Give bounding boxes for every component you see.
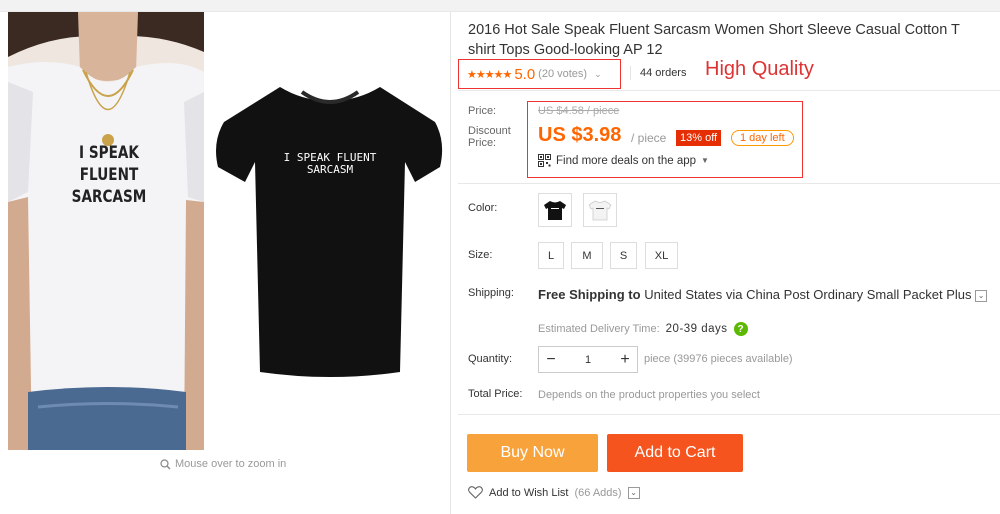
- add-to-cart-button[interactable]: Add to Cart: [607, 434, 743, 472]
- product-photo-black-shirt[interactable]: I SPEAK FLUENT SARCASM: [210, 12, 450, 450]
- gallery-divider: [450, 12, 451, 514]
- total-price-note: Depends on the product properties you se…: [538, 389, 760, 401]
- quantity-label: Quantity:: [468, 353, 513, 365]
- size-option-l[interactable]: L: [538, 242, 564, 269]
- total-price-label: Total Price:: [468, 388, 523, 400]
- size-option-xl[interactable]: XL: [645, 242, 678, 269]
- white-shirt-thumbnail: [588, 200, 612, 221]
- chevron-down-icon: ⌄: [594, 68, 602, 79]
- product-gallery: I SPEAK FLUENT SARCASM I SPEAK FLUENT SA…: [0, 12, 450, 514]
- discount-badge: 13% off: [676, 130, 722, 146]
- size-label: Size:: [468, 249, 493, 261]
- size-option-m[interactable]: M: [571, 242, 603, 269]
- color-swatch-white[interactable]: [583, 193, 617, 227]
- rating-annotation-box[interactable]: ★★★★★ 5.0 (20 votes) ⌄: [458, 59, 621, 89]
- wish-list-text: Add to Wish List: [489, 486, 569, 499]
- discount-price-label: Discount Price:: [468, 125, 511, 149]
- qr-code-icon: [538, 154, 551, 167]
- price-label: Price:: [468, 105, 497, 117]
- color-label: Color:: [468, 202, 498, 214]
- divider: [458, 414, 1000, 415]
- app-deals-link[interactable]: Find more deals on the app ▼: [538, 154, 709, 167]
- rating-row: ★★★★★ 5.0 (20 votes) ⌄: [458, 59, 621, 89]
- black-shirt-print-text: I SPEAK FLUENT SARCASM: [283, 151, 377, 176]
- free-shipping-text: Free Shipping to: [538, 287, 641, 302]
- current-price: US $3.98: [538, 124, 622, 146]
- estimated-delivery-label: Estimated Delivery Time:: [538, 323, 660, 335]
- buy-now-button[interactable]: Buy Now: [467, 434, 598, 472]
- size-option-s[interactable]: S: [610, 242, 637, 269]
- quantity-stepper: − 1 +: [538, 346, 638, 373]
- heart-icon: [468, 486, 483, 499]
- wish-dropdown-icon[interactable]: ⌄: [627, 486, 640, 499]
- app-deals-text: Find more deals on the app: [556, 154, 697, 167]
- magnifier-icon: [160, 458, 171, 469]
- estimated-delivery: Estimated Delivery Time: 20-39 days ?: [538, 322, 748, 336]
- shirt-print-text: I SPEAK FLUENT SARCASM: [71, 143, 147, 207]
- main-product-photo[interactable]: I SPEAK FLUENT SARCASM: [8, 12, 204, 450]
- shipping-route-text: United States via China Post Ordinary Sm…: [644, 287, 972, 302]
- zoom-hint-text: Mouse over to zoom in: [175, 458, 287, 470]
- divider: [458, 183, 1000, 184]
- quantity-availability: piece (39976 pieces available): [644, 353, 793, 365]
- rating-stars-icon: ★★★★★: [467, 68, 512, 81]
- shipping-dropdown-icon[interactable]: ⌄: [975, 289, 988, 302]
- shipping-method[interactable]: Free Shipping to United States via China…: [538, 287, 1000, 303]
- product-title: 2016 Hot Sale Speak Fluent Sarcasm Women…: [468, 22, 960, 58]
- plus-icon[interactable]: +: [613, 347, 637, 372]
- rating-votes: (20 votes): [538, 68, 588, 80]
- color-swatch-black[interactable]: [538, 193, 572, 227]
- zoom-hint: Mouse over to zoom in: [160, 458, 286, 470]
- help-icon[interactable]: ?: [733, 322, 748, 336]
- estimated-delivery-days: 20-39 days: [665, 323, 728, 335]
- per-piece-label: / piece: [631, 131, 667, 145]
- quantity-input[interactable]: 1: [563, 354, 613, 366]
- divider: [458, 90, 1000, 91]
- high-quality-annotation: High Quality: [705, 58, 814, 80]
- original-price: US $4.58 / piece: [538, 105, 620, 117]
- caret-down-icon: ▼: [701, 156, 709, 165]
- add-to-wish-list[interactable]: Add to Wish List (66 Adds) ⌄: [468, 486, 640, 499]
- orders-count: 44 orders: [630, 66, 686, 80]
- wish-list-count: (66 Adds): [574, 486, 622, 499]
- minus-icon[interactable]: −: [539, 347, 563, 372]
- black-shirt-thumbnail: [544, 201, 566, 220]
- shipping-label: Shipping:: [468, 287, 514, 299]
- time-left-badge: 1 day left: [731, 130, 794, 146]
- top-strip: [0, 0, 1000, 12]
- rating-score: 5.0: [514, 65, 536, 83]
